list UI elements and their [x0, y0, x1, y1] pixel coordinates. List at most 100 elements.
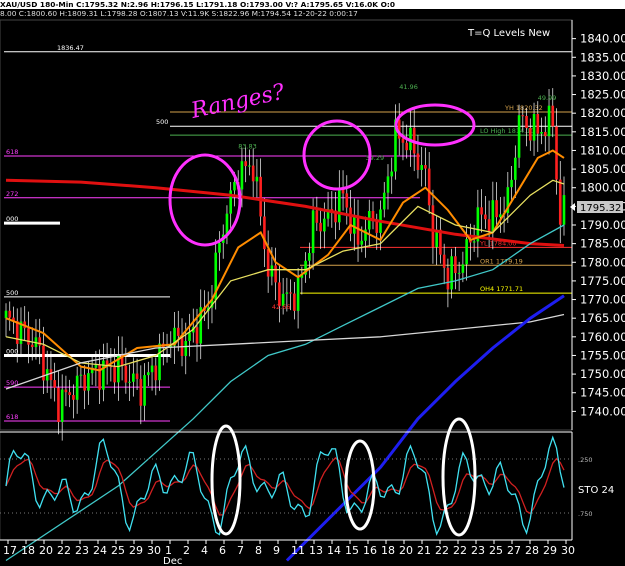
- candle-body: [8, 310, 12, 318]
- x-tick-label: 9: [273, 544, 280, 557]
- candle-body: [150, 365, 154, 373]
- candle-body: [251, 165, 255, 182]
- y-tick-label: 1775.00: [580, 274, 625, 288]
- candle-body: [75, 375, 79, 400]
- level-label-magenta-618: 618: [6, 148, 18, 156]
- candle-body: [517, 115, 521, 158]
- x-tick-label: 6: [219, 544, 226, 557]
- level-label-top: 1836.47: [57, 44, 84, 52]
- last-price-label: 1795.32: [580, 203, 621, 214]
- time-axis[interactable]: 17 18 20 22 23 24 25 29 30 1 2 4 6 7 8 9 11 13 14 15 16 18 20 2…: [0, 539, 575, 566]
- candle-body: [176, 327, 180, 336]
- candle-body: [158, 343, 161, 381]
- candle-body: [439, 229, 442, 255]
- candle-body: [532, 113, 536, 141]
- candle-body: [543, 131, 547, 137]
- x-tick-label: 22: [453, 544, 467, 557]
- osc-slow-line: [5, 456, 565, 516]
- y-tick-label: 1825.00: [580, 88, 625, 102]
- ranges-annotation: Ranges?: [188, 80, 287, 124]
- level-label-left-000: 000: [6, 347, 18, 355]
- candle-body: [4, 310, 8, 319]
- x-tick-label: 22: [435, 544, 449, 557]
- candle-body: [457, 272, 461, 274]
- candle-body: [132, 373, 135, 382]
- x-month-label: Dec: [163, 556, 182, 566]
- x-tick-label: 4: [201, 544, 208, 557]
- candle-body: [315, 210, 319, 223]
- candle-body: [233, 181, 236, 191]
- series-ma-white: [5, 313, 565, 390]
- candle-body: [551, 105, 555, 127]
- candle-body: [375, 221, 379, 233]
- price-annotation: 42.66: [272, 303, 291, 311]
- candle-body: [484, 214, 487, 220]
- x-tick-label: 21: [417, 544, 431, 557]
- price-axis[interactable]: 1740.00 1745.00 1750.00 1755.00 1760.00 1765.…: [571, 20, 625, 430]
- candle-body: [528, 127, 532, 141]
- x-tick-label: 11: [291, 544, 305, 557]
- candle-body: [68, 392, 71, 396]
- candle-body: [94, 365, 98, 368]
- x-tick-label: 14: [327, 544, 341, 557]
- stochastic-panel: .250 .750: [0, 417, 592, 541]
- candle-body: [218, 242, 221, 253]
- candle-body: [540, 131, 543, 134]
- candle-body: [495, 200, 498, 218]
- candle-body: [308, 253, 311, 261]
- chart-title: T=Q Levels New: [467, 28, 550, 39]
- candle-body: [424, 165, 427, 169]
- y-tick-label: 1770.00: [580, 293, 625, 307]
- x-tick-label: 20: [39, 544, 53, 557]
- candle-body: [72, 395, 75, 400]
- candle-body: [514, 157, 517, 180]
- candle-body: [405, 142, 409, 151]
- sto-label: STO 24: [578, 485, 614, 496]
- candle-body: [15, 320, 19, 344]
- price-chart[interactable]: 1836.47500LO High 1814.10YH 1820.3261827…: [0, 0, 625, 566]
- candle-body: [180, 335, 184, 356]
- candle-body: [562, 195, 566, 225]
- x-tick-label: 13: [309, 544, 323, 557]
- y-tick-label: 1750.00: [580, 367, 625, 381]
- x-tick-label: 22: [57, 544, 71, 557]
- range-circle: [394, 103, 476, 147]
- x-tick-label: 8: [255, 544, 262, 557]
- x-tick-label: 17: [3, 544, 17, 557]
- candle-body: [49, 369, 53, 381]
- candle-body: [382, 192, 386, 210]
- y-tick-label: 1745.00: [580, 386, 625, 400]
- candle-body: [255, 176, 259, 182]
- candle-body: [270, 265, 274, 277]
- x-tick-label: 20: [399, 544, 413, 557]
- x-tick-label: 30: [147, 544, 161, 557]
- candle-body: [64, 389, 68, 393]
- oversold-circle: [344, 439, 376, 531]
- candle-body: [27, 328, 30, 345]
- osc-level-label: .250: [578, 456, 592, 464]
- y-tick-label: 1840.00: [580, 32, 625, 46]
- level-label-left-618: 618: [6, 413, 18, 421]
- level-lines: 1836.47500LO High 1814.10YH 1820.3261827…: [4, 44, 572, 422]
- x-tick-label: 7: [237, 544, 244, 557]
- x-tick-label: 25: [489, 544, 503, 557]
- x-tick-label: 30: [561, 544, 575, 557]
- level-label-white-000: 000: [6, 215, 18, 223]
- candle-body: [248, 165, 251, 167]
- candle-body: [83, 374, 86, 391]
- y-tick-label: 1830.00: [580, 69, 625, 83]
- y-tick-label: 1780.00: [580, 255, 625, 269]
- candle-body: [87, 373, 90, 391]
- candle-body: [113, 367, 116, 383]
- candle-body: [416, 153, 420, 170]
- x-tick-label: 15: [345, 544, 359, 557]
- x-tick-label: 23: [75, 544, 89, 557]
- candle-body: [431, 205, 435, 248]
- candle-body: [472, 241, 476, 243]
- candle-body: [442, 254, 446, 268]
- x-tick-label: 29: [129, 544, 143, 557]
- candle-body: [360, 240, 364, 245]
- candle-body: [244, 161, 247, 167]
- candle-body: [319, 222, 322, 232]
- candle-body: [450, 256, 453, 290]
